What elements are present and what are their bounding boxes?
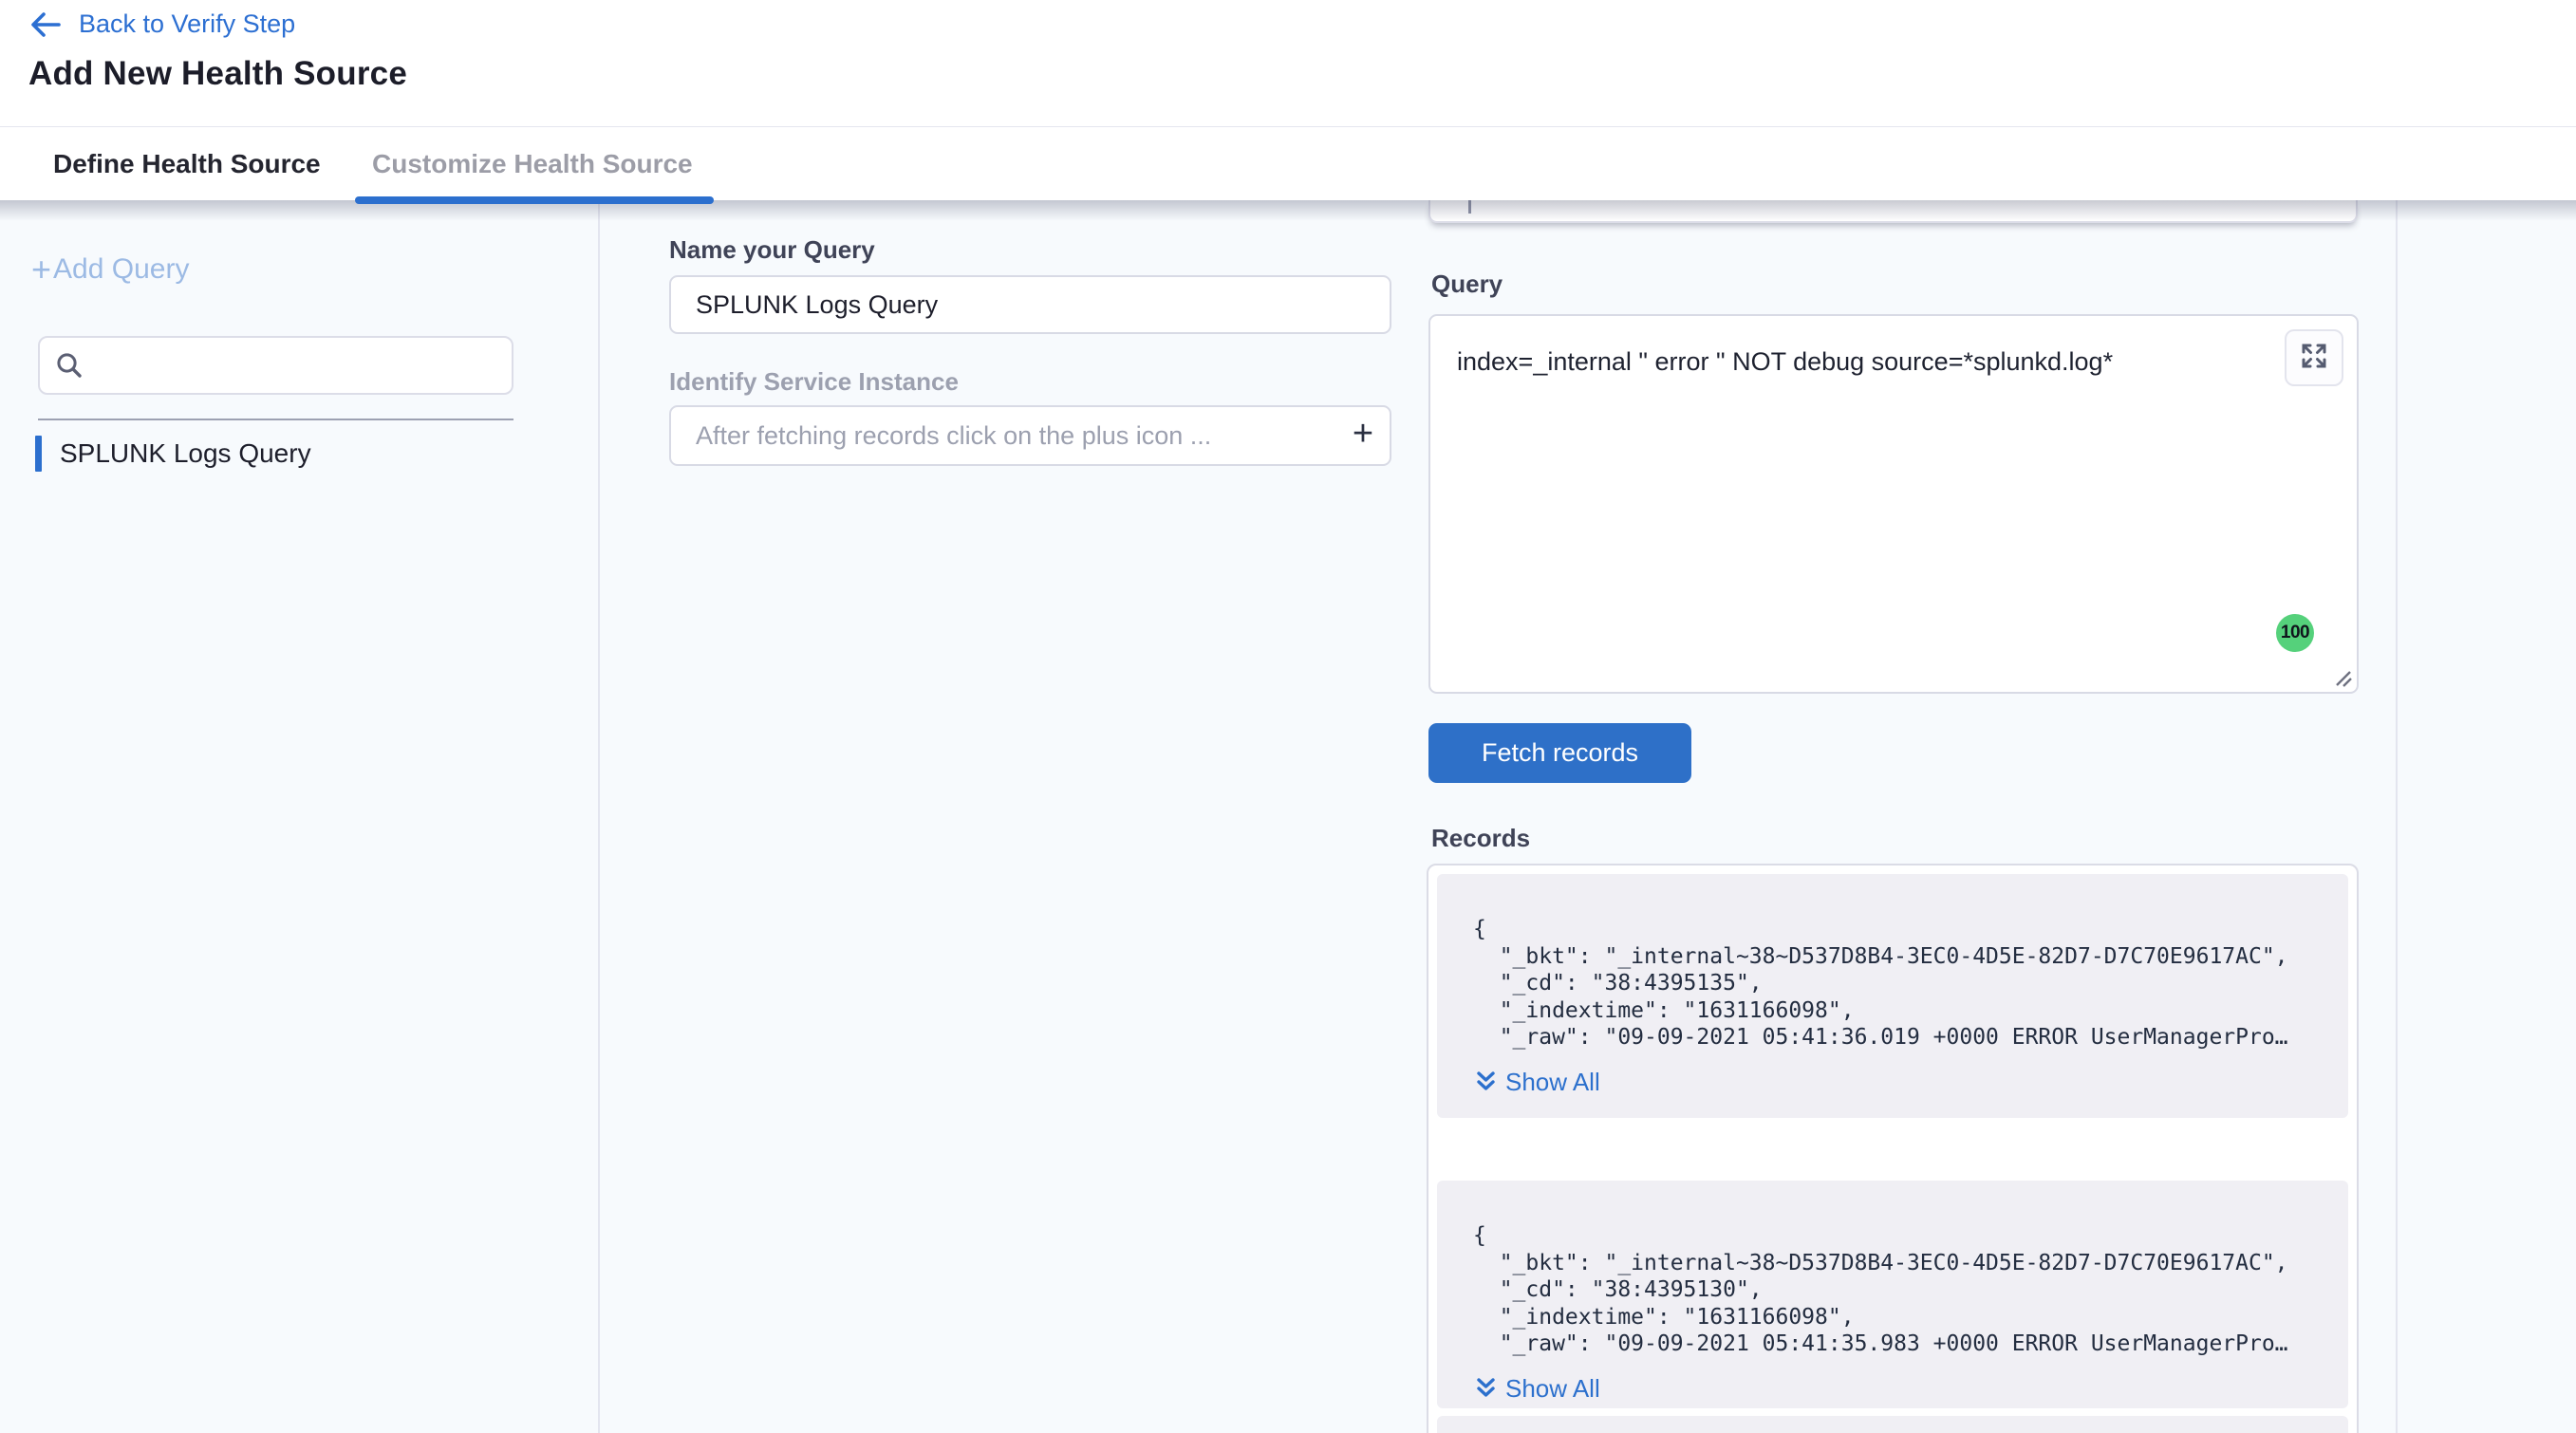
text-fragment [1468,200,1471,214]
back-link[interactable]: Back to Verify Step [29,9,295,39]
query-search-box [38,336,513,395]
records-container: { "_bkt": "_internal~38~D537D8B4-3EC0-4D… [1427,864,2359,1433]
sidebar-divider [598,200,600,1433]
wizard-tab-bar: Define Health Source Customize Health So… [0,128,2576,200]
show-all-link[interactable]: Show All [1475,1374,1600,1404]
content-area: +Add Query SPLUNK Logs Query Name your Q… [0,200,2576,1433]
add-query-button[interactable]: +Add Query [31,253,189,286]
query-text: index=_internal " error " NOT debug sour… [1457,344,2243,379]
textarea-resize-handle[interactable] [2329,664,2354,689]
record-count-badge: 100 [2276,614,2314,652]
sidebar-section-divider [38,419,513,420]
query-name-input[interactable] [669,275,1391,334]
expand-query-button[interactable] [2285,329,2343,386]
record-card: { "_bkt": "_internal~38~D537D8B4-3EC0-4D… [1437,874,2348,1118]
plus-icon: + [31,255,51,284]
back-arrow-icon [29,10,62,39]
active-tab-underline [355,196,714,204]
record-json: { "_bkt": "_internal~38~D537D8B4-3EC0-4D… [1473,1222,2320,1358]
add-health-source-page: Back to Verify Step Add New Health Sourc… [0,0,2576,1433]
right-column-divider [2396,200,2398,1433]
query-list-item[interactable]: SPLUNK Logs Query [35,436,311,472]
add-service-instance-plus-icon[interactable]: + [1336,416,1390,456]
selected-indicator-bar [35,436,42,472]
page-header: Back to Verify Step Add New Health Sourc… [0,0,2576,127]
service-instance-input[interactable] [671,421,1336,451]
double-chevron-down-icon [1475,1070,1497,1094]
record-json: { "_bkt": "_internal~38~D537D8B4-3EC0-4D… [1473,916,2320,1051]
back-link-label: Back to Verify Step [79,9,295,39]
show-all-link[interactable]: Show All [1475,1068,1600,1097]
query-textarea[interactable]: index=_internal " error " NOT debug sour… [1428,314,2359,694]
query-item-label: SPLUNK Logs Query [60,438,311,469]
record-card: { "_bkt": "_internal~38~D537D8B4-3EC0-4D… [1437,1181,2348,1408]
search-icon [55,351,84,380]
expand-icon [2300,342,2328,375]
identify-service-instance-label: Identify Service Instance [669,367,959,397]
double-chevron-down-icon [1475,1376,1497,1401]
search-input[interactable] [95,351,494,381]
name-query-label: Name your Query [669,235,875,265]
service-instance-field: + [669,405,1391,466]
record-card-partial [1437,1416,2348,1433]
show-all-label: Show All [1505,1068,1600,1097]
show-all-label: Show All [1505,1374,1600,1404]
add-query-label: Add Query [53,253,189,286]
tab-customize-health-source[interactable]: Customize Health Source [372,128,693,200]
query-label: Query [1431,270,1503,299]
fetch-records-button[interactable]: Fetch records [1428,723,1691,783]
clipped-top-input[interactable] [1428,200,2358,223]
tab-define-health-source[interactable]: Define Health Source [53,128,321,200]
records-label: Records [1431,824,1530,853]
page-title: Add New Health Source [28,55,407,93]
